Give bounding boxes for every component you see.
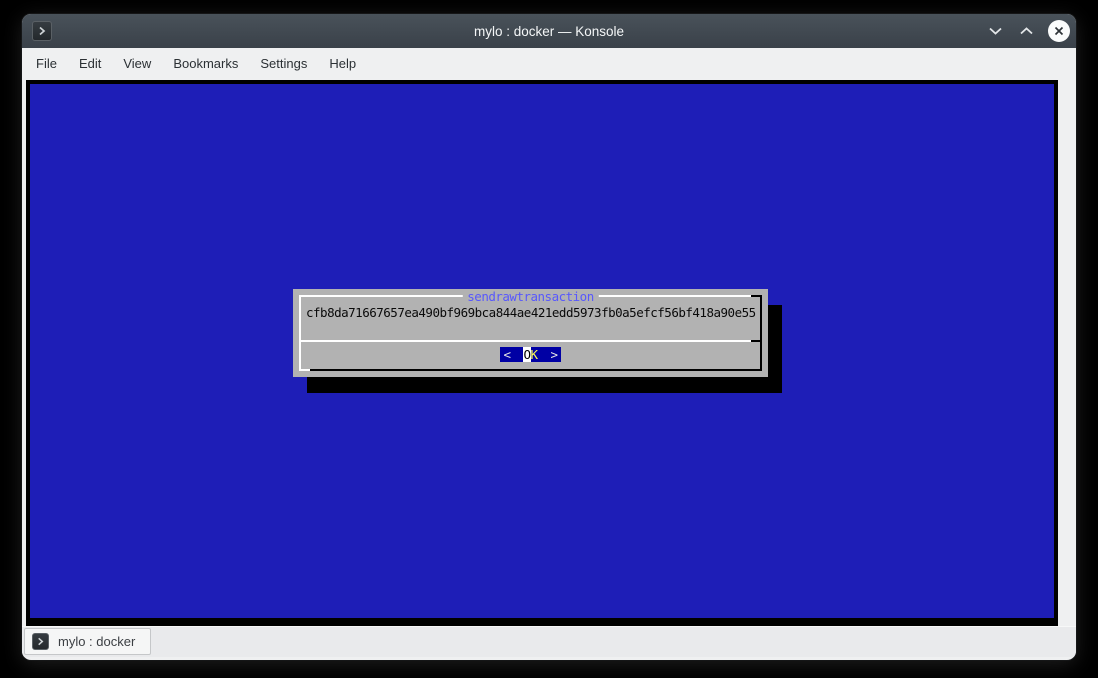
tab-label: mylo : docker [58,634,135,649]
ok-button[interactable]: < OK > [500,347,560,362]
dialog-separator-right-tee [751,340,762,342]
ok-open-bracket: < [503,347,510,362]
terminal-scrollbar[interactable] [1058,80,1076,626]
dialog-button-row: < OK > [293,347,768,362]
dialog-border-bottom [299,369,762,371]
tabbar: mylo : docker [22,626,1076,657]
menubar: File Edit View Bookmarks Settings Help [22,48,1076,80]
dialog-message: cfb8da71667657ea490bf969bca844ae421edd59… [306,305,756,320]
window-title: mylo : docker — Konsole [22,14,1076,48]
dialog-corner-bottom-left [299,369,310,371]
maximize-button[interactable] [1017,22,1035,40]
desktop: mylo : docker — Konsole [0,0,1098,678]
close-x-icon [1053,25,1065,37]
terminal-icon [32,633,49,650]
chevron-up-icon [1019,26,1034,36]
menu-settings[interactable]: Settings [249,48,318,80]
konsole-window: mylo : docker — Konsole [22,14,1076,660]
cursor-block: O [523,347,530,362]
tab-mylo-docker[interactable]: mylo : docker [24,628,151,655]
menu-bookmarks[interactable]: Bookmarks [162,48,249,80]
menu-view[interactable]: View [112,48,162,80]
dialog-corner-top-right [751,295,762,297]
menu-help[interactable]: Help [318,48,367,80]
titlebar[interactable]: mylo : docker — Konsole [22,14,1076,48]
chevron-down-icon [988,26,1003,36]
close-button[interactable] [1048,20,1070,42]
terminal-prompt-icon [36,637,45,646]
dialog-title: sendrawtransaction [462,289,598,304]
terminal-widget[interactable]: sendrawtransaction cfb8da71667657ea490bf… [26,80,1058,626]
menu-edit[interactable]: Edit [68,48,112,80]
menu-file[interactable]: File [25,48,68,80]
msgbox-dialog: sendrawtransaction cfb8da71667657ea490bf… [293,289,768,377]
window-controls [986,14,1070,48]
minimize-button[interactable] [986,22,1004,40]
ok-close-bracket: > [551,347,558,362]
dialog-separator [299,340,762,342]
ok-label-rest: K [531,347,538,362]
